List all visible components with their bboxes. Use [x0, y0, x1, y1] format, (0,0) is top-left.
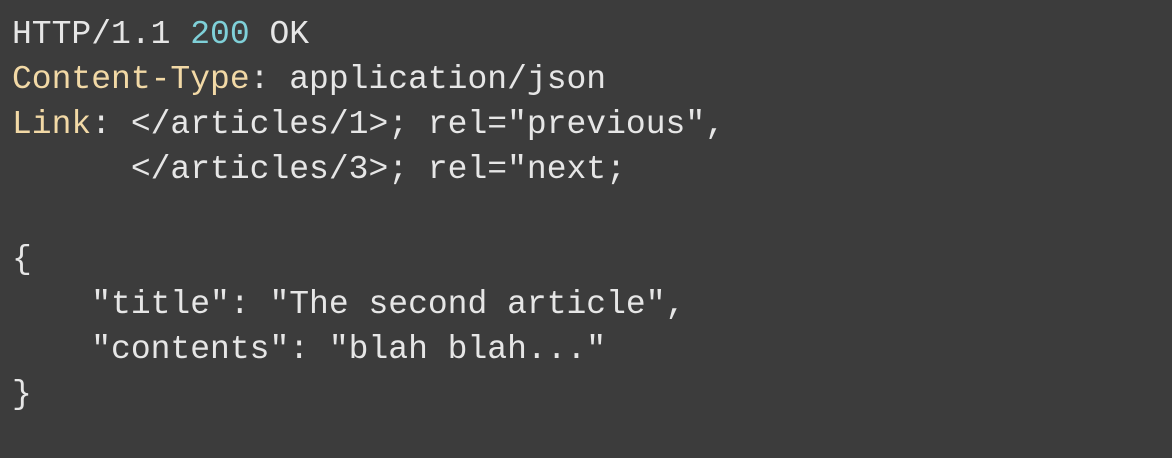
- body-close-brace: }: [12, 376, 32, 413]
- header-separator: :: [249, 61, 290, 98]
- status-reason: OK: [269, 16, 310, 53]
- body-open-brace: {: [12, 241, 32, 278]
- header-separator: :: [91, 106, 131, 143]
- header-content-type: Content-Type: application/json: [12, 57, 1172, 102]
- header-link: Link: </articles/1>; rel="previous",: [12, 102, 1172, 147]
- status-line: HTTP/1.1 200 OK: [12, 12, 1172, 57]
- body-contents-field: "contents": "blah blah...": [91, 331, 607, 368]
- header-name: Content-Type: [12, 61, 250, 98]
- header-link-continuation: </articles/3>; rel="next;: [12, 147, 1172, 192]
- body-title-field: "title": "The second article",: [91, 286, 686, 323]
- protocol-version: HTTP/1.1: [12, 16, 171, 53]
- header-continuation-value: </articles/3>; rel="next;: [130, 151, 626, 188]
- body-line: "title": "The second article",: [12, 282, 1172, 327]
- http-response-code-block: HTTP/1.1 200 OK Content-Type: application…: [0, 0, 1172, 458]
- header-value: application/json: [289, 61, 607, 98]
- status-code: 200: [190, 16, 250, 53]
- header-value: </articles/1>; rel="previous",: [130, 106, 725, 143]
- body-line: {: [12, 237, 1172, 282]
- header-name: Link: [12, 106, 92, 143]
- body-line: "contents": "blah blah...": [12, 327, 1172, 372]
- body-line: }: [12, 372, 1172, 417]
